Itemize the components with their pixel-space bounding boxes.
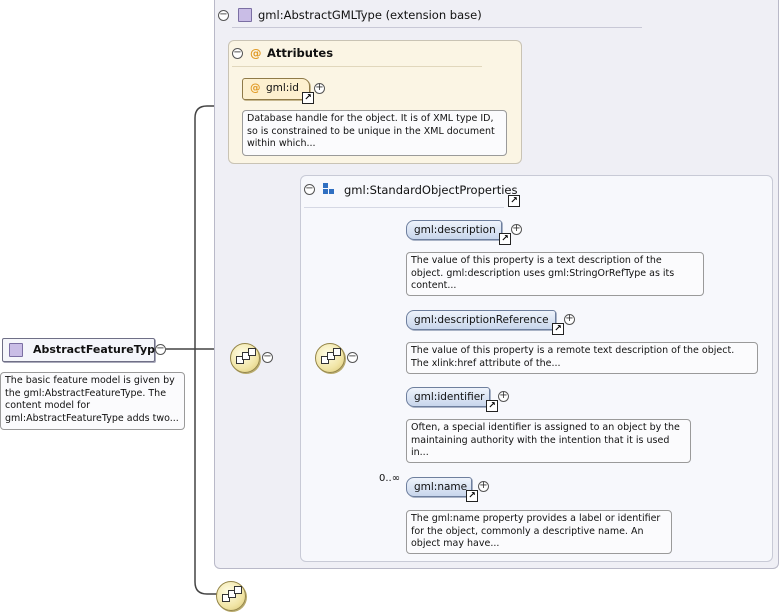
- sequence-collapse-toggle[interactable]: −: [262, 352, 273, 363]
- element-gml-identifier[interactable]: gml:identifier: [406, 387, 490, 407]
- attributes-label: Attributes: [267, 46, 334, 60]
- element-gml-descriptionreference-doc: The value of this property is a remote t…: [406, 342, 758, 374]
- attribute-marker-icon: @: [250, 82, 261, 94]
- root-type-doc: The basic feature model is given by the …: [0, 372, 185, 430]
- group-icon: [323, 183, 335, 195]
- complex-type-icon: [238, 8, 252, 22]
- root-type-node[interactable]: AbstractFeatureType: [2, 338, 162, 362]
- element-expand-toggle[interactable]: +: [564, 314, 575, 325]
- element-link-icon[interactable]: ↗: [552, 323, 564, 335]
- element-gml-name-doc: The gml:name property provides a label o…: [406, 510, 672, 554]
- attribute-link-icon[interactable]: ↗: [302, 92, 314, 104]
- extension-base-label: gml:AbstractGMLType (extension base): [258, 8, 482, 22]
- group-label: gml:StandardObjectProperties: [344, 183, 518, 197]
- extension-header-divider: [232, 27, 642, 28]
- element-expand-toggle[interactable]: +: [511, 224, 522, 235]
- element-link-icon[interactable]: ↗: [466, 490, 478, 502]
- occurrence-label: 0..∞: [379, 473, 401, 484]
- group-sequence-collapse-toggle[interactable]: −: [347, 352, 358, 363]
- element-link-icon[interactable]: ↗: [499, 233, 511, 245]
- root-collapse-toggle[interactable]: −: [155, 344, 166, 355]
- element-link-icon[interactable]: ↗: [486, 400, 498, 412]
- element-gml-identifier-doc: Often, a special identifier is assigned …: [406, 419, 691, 463]
- attribute-expand-toggle[interactable]: +: [314, 83, 325, 94]
- bottom-sequence-compositor-icon[interactable]: [216, 581, 246, 611]
- element-gml-name[interactable]: gml:name: [406, 477, 472, 497]
- complex-type-icon: [9, 343, 23, 357]
- attribute-gml-id[interactable]: @ gml:id: [242, 78, 310, 100]
- attribute-gml-id-doc: Database handle for the object. It is of…: [242, 110, 507, 156]
- root-type-name: AbstractFeatureType: [33, 343, 163, 356]
- element-expand-toggle[interactable]: +: [478, 481, 489, 492]
- element-gml-description[interactable]: gml:description: [406, 220, 502, 240]
- group-link-icon[interactable]: ↗: [508, 195, 520, 207]
- group-header-divider: [304, 207, 504, 208]
- element-gml-descriptionreference[interactable]: gml:descriptionReference: [406, 310, 556, 330]
- element-expand-toggle[interactable]: +: [498, 391, 509, 402]
- group-collapse-toggle[interactable]: −: [304, 184, 315, 195]
- element-gml-description-doc: The value of this property is a text des…: [406, 252, 704, 296]
- attribute-name: gml:id: [266, 82, 299, 94]
- extension-collapse-toggle[interactable]: −: [218, 10, 229, 21]
- group-sequence-compositor-icon[interactable]: [315, 343, 345, 373]
- attributes-collapse-toggle[interactable]: −: [232, 48, 243, 59]
- attributes-marker-icon: @: [250, 46, 262, 60]
- sequence-compositor-icon[interactable]: [230, 343, 260, 373]
- attributes-header-divider: [232, 66, 482, 67]
